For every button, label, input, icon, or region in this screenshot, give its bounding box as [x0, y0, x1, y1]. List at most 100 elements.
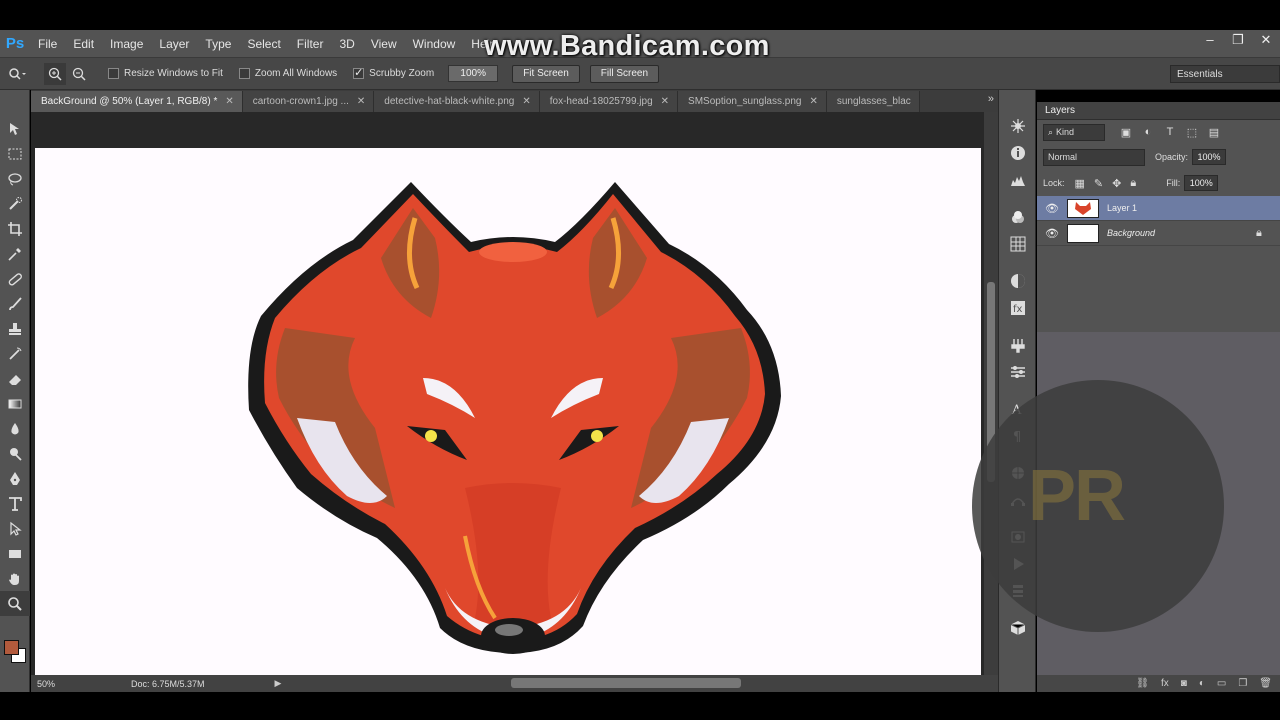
- visibility-eye-icon[interactable]: 👁︎: [1037, 227, 1067, 240]
- kind-filter-select[interactable]: ⌕ Kind: [1043, 123, 1105, 141]
- fit-screen-button[interactable]: Fit Screen: [512, 64, 580, 83]
- crop-tool-icon[interactable]: [0, 216, 30, 241]
- zoom-tool-icon[interactable]: [0, 591, 30, 616]
- histogram-icon[interactable]: [999, 166, 1037, 193]
- maximize-button[interactable]: ❐: [1230, 32, 1246, 48]
- brush-settings-icon[interactable]: [999, 358, 1037, 385]
- brush-presets-icon[interactable]: [999, 331, 1037, 358]
- checkbox-box[interactable]: [238, 68, 250, 79]
- styles-icon[interactable]: fx: [999, 294, 1037, 321]
- lock-image-icon[interactable]: ✎: [1094, 177, 1103, 190]
- close-button[interactable]: ✕: [1258, 32, 1274, 48]
- new-adjustment-icon[interactable]: ◐: [1199, 678, 1205, 689]
- clone-stamp-tool-icon[interactable]: [0, 316, 30, 341]
- menu-select[interactable]: Select: [239, 37, 288, 51]
- opacity-field[interactable]: 100%: [1192, 149, 1227, 165]
- fill-field[interactable]: 100%: [1184, 175, 1219, 191]
- status-menu-arrow-icon[interactable]: ▶: [275, 678, 282, 689]
- lock-all-icon[interactable]: 🔒︎: [1130, 177, 1136, 190]
- lock-position-icon[interactable]: ✥: [1112, 177, 1121, 190]
- swatches-icon[interactable]: [999, 230, 1037, 257]
- layers-panel-header[interactable]: Layers: [1037, 102, 1280, 120]
- layer-name[interactable]: Layer 1: [1107, 203, 1280, 213]
- new-group-icon[interactable]: ▭: [1217, 678, 1226, 689]
- visibility-eye-icon[interactable]: 👁︎: [1037, 202, 1067, 215]
- hand-tool-icon[interactable]: [0, 566, 30, 591]
- close-tab-icon[interactable]: ✕: [357, 96, 365, 107]
- zoom-all-windows-checkbox[interactable]: Zoom All Windows: [238, 68, 337, 79]
- checkbox-box[interactable]: [108, 68, 119, 79]
- tab-detective-hat[interactable]: detective-hat-black-white.png ✕: [374, 91, 540, 112]
- rectangle-tool-icon[interactable]: [0, 541, 30, 566]
- status-zoom[interactable]: 50%: [31, 679, 71, 689]
- new-layer-icon[interactable]: ❐: [1238, 678, 1247, 689]
- tab-sunglasses-black[interactable]: sunglasses_blac: [826, 91, 920, 112]
- menu-file[interactable]: File: [30, 37, 65, 51]
- layer-row[interactable]: 👁︎ Background 🔒︎: [1037, 221, 1280, 246]
- delete-layer-icon[interactable]: 🗑︎: [1259, 678, 1272, 689]
- lock-transparent-icon[interactable]: ▦: [1075, 177, 1085, 190]
- menu-view[interactable]: View: [363, 37, 405, 51]
- menu-filter[interactable]: Filter: [289, 37, 332, 51]
- layer-name[interactable]: Background: [1107, 228, 1256, 238]
- eraser-tool-icon[interactable]: [0, 366, 30, 391]
- move-tool-icon[interactable]: [0, 116, 30, 141]
- brush-tool-icon[interactable]: [0, 291, 30, 316]
- adjustment-filter-icon[interactable]: ◐: [1141, 126, 1155, 139]
- blend-mode-select[interactable]: Normal: [1043, 148, 1145, 166]
- dodge-tool-icon[interactable]: [0, 441, 30, 466]
- close-tab-icon[interactable]: ✕: [522, 96, 530, 107]
- horizontal-scroll-thumb[interactable]: [511, 678, 741, 688]
- healing-brush-tool-icon[interactable]: [0, 266, 30, 291]
- vertical-scrollbar[interactable]: [984, 112, 998, 675]
- zoom-percent-field[interactable]: 100%: [448, 65, 499, 82]
- document-canvas[interactable]: [35, 148, 981, 676]
- workspace-select[interactable]: Essentials: [1170, 65, 1280, 83]
- add-mask-icon[interactable]: ◙: [1181, 678, 1187, 689]
- layer-style-icon[interactable]: fx: [1161, 678, 1169, 689]
- tab-cartoon-crown[interactable]: cartoon-crown1.jpg ... ✕: [242, 91, 375, 112]
- gradient-tool-icon[interactable]: [0, 391, 30, 416]
- close-tab-icon[interactable]: ✕: [661, 96, 669, 107]
- marquee-tool-icon[interactable]: [0, 141, 30, 166]
- menu-3d[interactable]: 3D: [331, 37, 362, 51]
- zoom-tool-preset-icon[interactable]: [6, 63, 28, 85]
- tab-fox-head[interactable]: fox-head-18025799.jpg ✕: [539, 91, 679, 112]
- close-tab-icon[interactable]: ✕: [809, 96, 817, 107]
- type-tool-icon[interactable]: [0, 491, 30, 516]
- menu-edit[interactable]: Edit: [65, 37, 102, 51]
- color-swatches[interactable]: [2, 638, 30, 668]
- tab-background[interactable]: BackGround @ 50% (Layer 1, RGB/8) * ✕: [31, 91, 243, 112]
- menu-image[interactable]: Image: [102, 37, 151, 51]
- minimize-button[interactable]: –: [1202, 32, 1218, 48]
- zoom-in-icon[interactable]: [44, 62, 66, 85]
- close-tab-icon[interactable]: ✕: [225, 96, 233, 107]
- eyedropper-tool-icon[interactable]: [0, 241, 30, 266]
- quick-selection-tool-icon[interactable]: [0, 191, 30, 216]
- path-selection-tool-icon[interactable]: [0, 516, 30, 541]
- more-tabs-icon[interactable]: »: [988, 93, 994, 105]
- menu-type[interactable]: Type: [197, 37, 239, 51]
- foreground-color-swatch[interactable]: [4, 640, 19, 655]
- fill-screen-button[interactable]: Fill Screen: [589, 64, 660, 83]
- menu-layer[interactable]: Layer: [151, 37, 197, 51]
- navigator-icon[interactable]: [999, 112, 1037, 139]
- zoom-out-icon[interactable]: [68, 63, 90, 85]
- resize-windows-checkbox[interactable]: Resize Windows to Fit: [108, 68, 223, 79]
- type-filter-icon[interactable]: T: [1163, 126, 1177, 139]
- lasso-tool-icon[interactable]: [0, 166, 30, 191]
- info-icon[interactable]: [999, 139, 1037, 166]
- shape-filter-icon[interactable]: ⬚: [1185, 126, 1199, 139]
- link-layers-icon[interactable]: ⛓: [1136, 678, 1149, 689]
- smart-object-filter-icon[interactable]: ▤: [1207, 126, 1221, 139]
- 3d-cube-icon[interactable]: [999, 614, 1037, 641]
- checkbox-box[interactable]: [353, 66, 365, 79]
- layer-row[interactable]: 👁︎ Layer 1: [1037, 196, 1280, 221]
- adjustments-icon[interactable]: [999, 267, 1037, 294]
- color-icon[interactable]: [999, 203, 1037, 230]
- blur-tool-icon[interactable]: [0, 416, 30, 441]
- tab-smsoption-sunglass[interactable]: SMSoption_sunglass.png ✕: [678, 91, 827, 112]
- scrubby-zoom-checkbox[interactable]: Scrubby Zoom: [353, 66, 434, 79]
- pen-tool-icon[interactable]: [0, 466, 30, 491]
- history-brush-tool-icon[interactable]: [0, 341, 30, 366]
